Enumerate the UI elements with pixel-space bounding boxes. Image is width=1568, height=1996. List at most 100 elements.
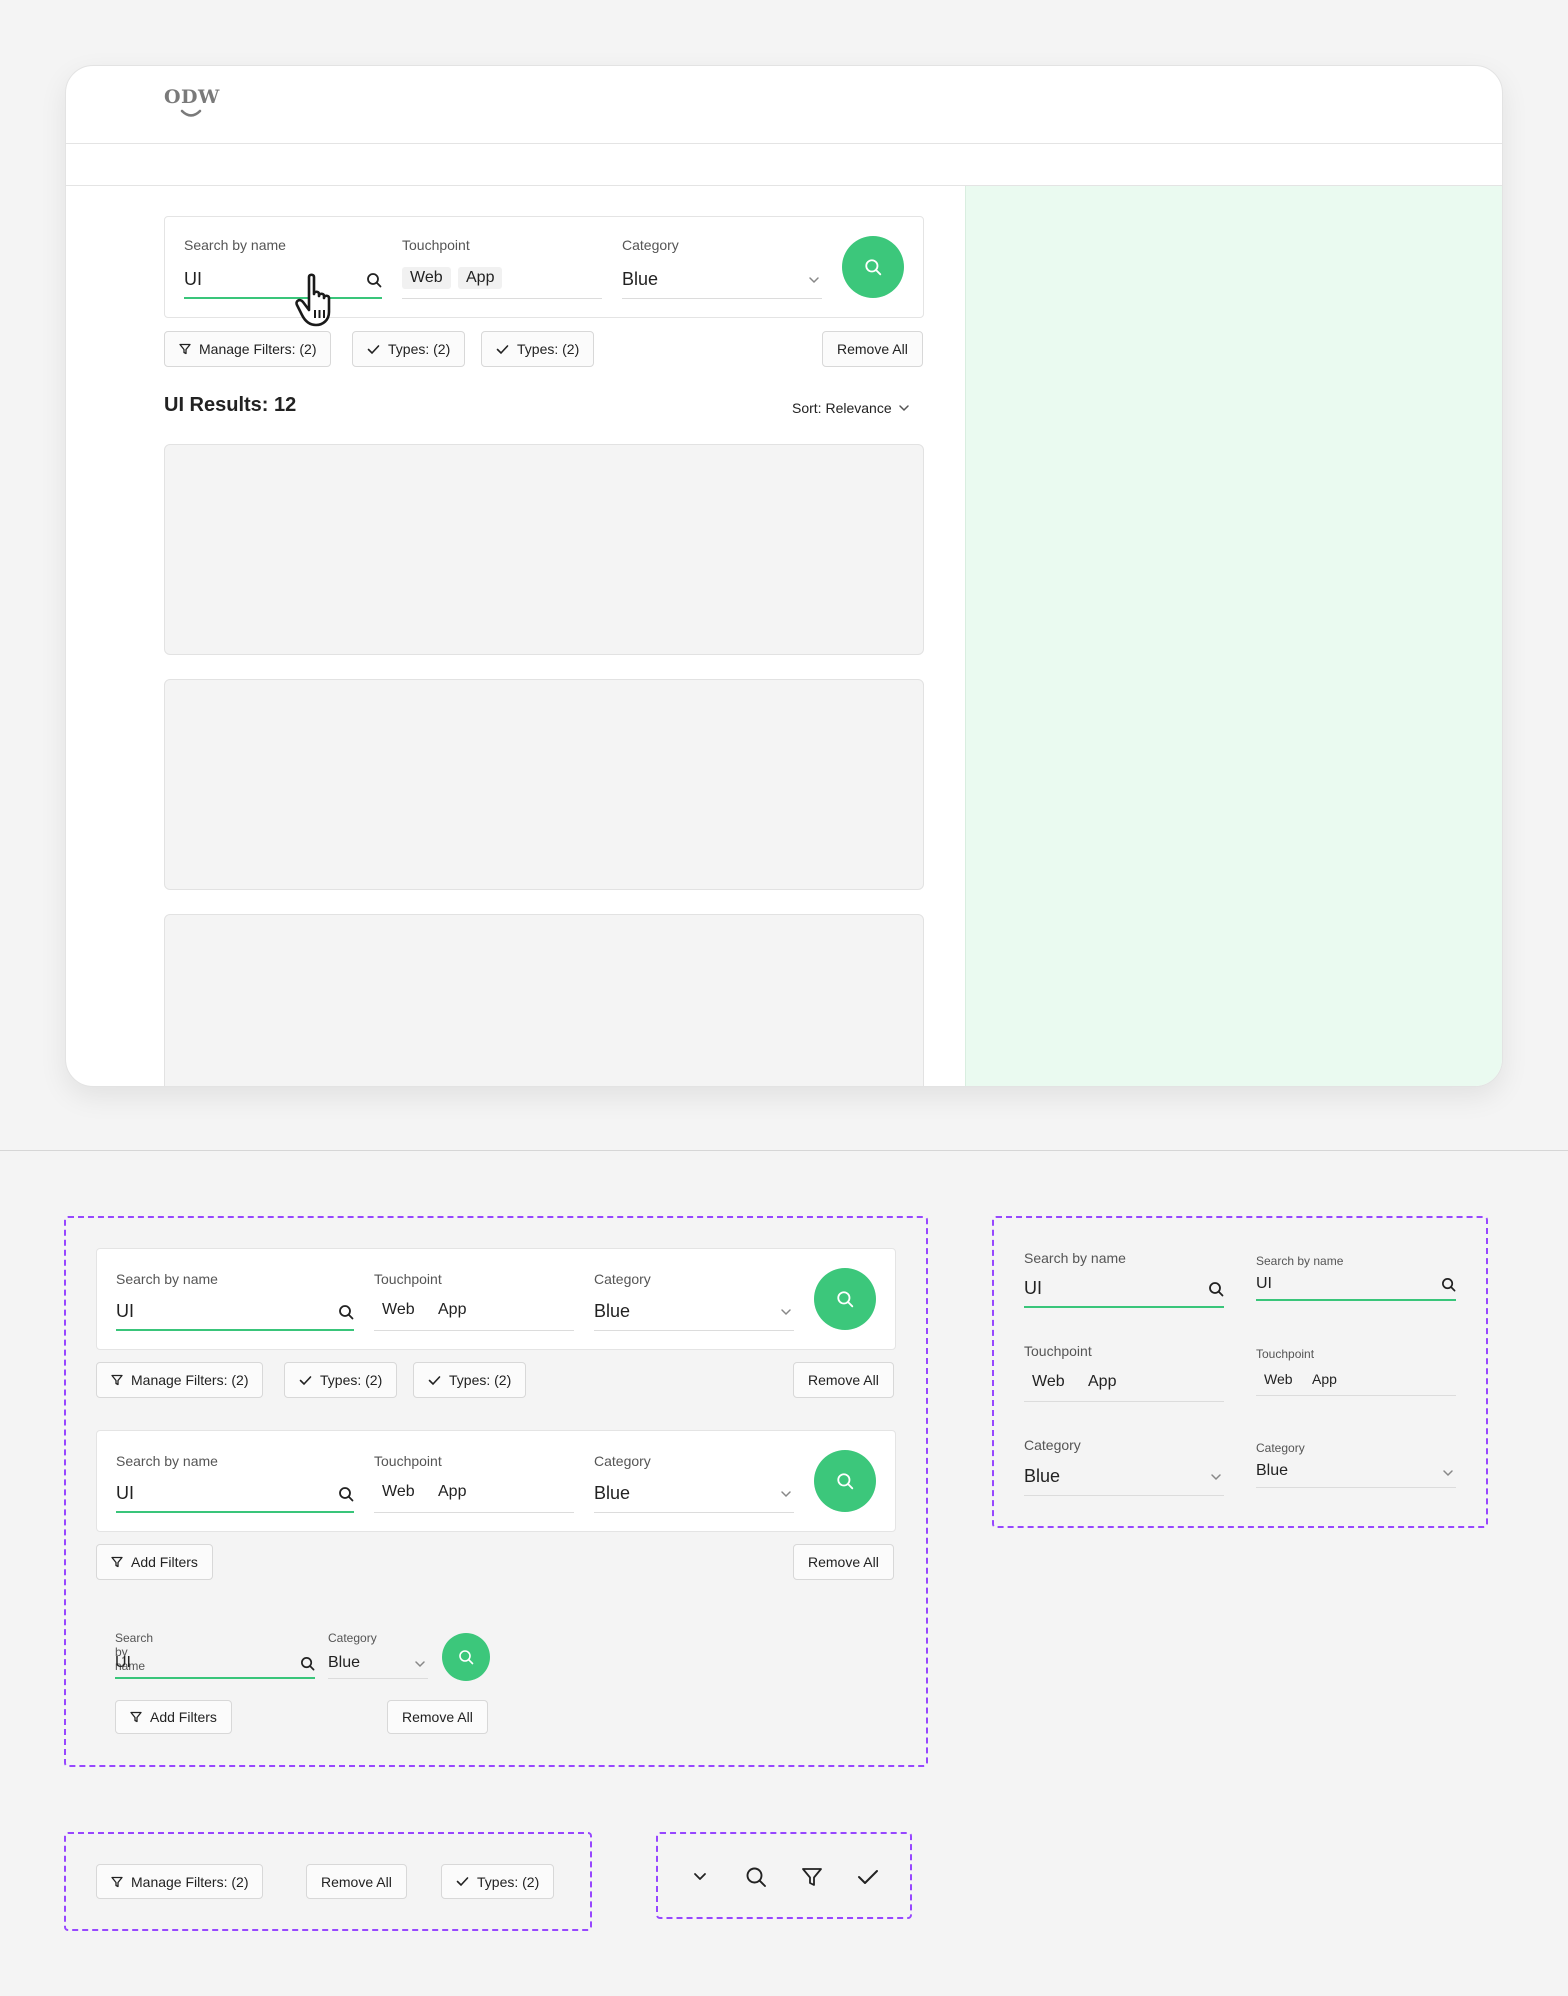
category-label: Category xyxy=(594,1453,651,1469)
chevron-down-icon xyxy=(781,1491,791,1498)
logo[interactable]: ODW xyxy=(164,86,224,126)
filter-icon xyxy=(111,1374,123,1386)
remove-all-label: Remove All xyxy=(402,1709,473,1725)
check-icon xyxy=(858,1870,878,1884)
smile-icon xyxy=(180,109,202,117)
search-panel-variant-empty: Search by name UI Touchpoint Web App Cat… xyxy=(96,1430,896,1532)
add-filters-label: Add Filters xyxy=(150,1709,217,1725)
results-title: UI Results: 12 xyxy=(164,394,297,416)
hand-pointer-icon xyxy=(295,273,331,327)
search-icon xyxy=(865,259,882,276)
search-input-value: UI xyxy=(1256,1275,1272,1292)
chevron-down-icon xyxy=(1443,1470,1453,1477)
types-filter-label: Types: (2) xyxy=(388,341,451,357)
chevron-down-icon xyxy=(1211,1474,1221,1481)
name-field-label: Search by name xyxy=(1024,1250,1126,1266)
touchpoint-chip-web[interactable]: Web xyxy=(1256,1369,1301,1389)
search-icon xyxy=(746,1867,766,1887)
app-window: ODW Search by name UI Touchpoint Web App… xyxy=(65,65,1503,1087)
category-select[interactable]: Blue xyxy=(328,1649,428,1679)
category-select[interactable]: Blue xyxy=(594,1477,794,1513)
touchpoint-field[interactable]: Web App xyxy=(374,1295,574,1331)
search-submit-button[interactable] xyxy=(442,1633,490,1681)
search-input[interactable]: UI xyxy=(1256,1271,1456,1301)
result-card[interactable] xyxy=(164,679,924,890)
filter-icon xyxy=(130,1711,142,1723)
category-label: Category xyxy=(328,1631,377,1645)
search-input[interactable]: UI xyxy=(116,1477,354,1513)
add-filters-button[interactable]: Add Filters xyxy=(115,1700,232,1734)
search-icon xyxy=(301,1657,315,1671)
remove-all-label: Remove All xyxy=(321,1873,392,1890)
types-filter-label: Types: (2) xyxy=(449,1372,512,1388)
touchpoint-chip-app[interactable]: App xyxy=(1304,1369,1345,1389)
search-icon xyxy=(1442,1278,1456,1292)
category-select[interactable]: Blue xyxy=(622,263,822,299)
touchpoint-chip-web[interactable]: Web xyxy=(374,1481,423,1503)
touchpoint-field[interactable]: Web App xyxy=(1256,1366,1456,1396)
touchpoint-field[interactable]: Web App xyxy=(402,263,602,299)
remove-all-button[interactable]: Remove All xyxy=(822,331,923,367)
category-select[interactable]: Blue xyxy=(1256,1458,1456,1488)
types-filter-label: Types: (2) xyxy=(517,341,580,357)
search-icon xyxy=(837,1291,854,1308)
category-value: Blue xyxy=(1256,1462,1289,1479)
touchpoint-field[interactable]: Web App xyxy=(1024,1366,1224,1402)
types-filter-pill[interactable]: Types: (2) xyxy=(481,331,595,367)
types-filter-label: Types: (2) xyxy=(320,1372,383,1388)
add-filters-button[interactable]: Add Filters xyxy=(96,1544,213,1580)
remove-all-button[interactable]: Remove All xyxy=(306,1864,407,1899)
category-value: Blue xyxy=(1024,1466,1061,1486)
remove-all-button[interactable]: Remove All xyxy=(387,1700,488,1734)
category-select[interactable]: Blue xyxy=(594,1295,794,1331)
touchpoint-label: Touchpoint xyxy=(1024,1343,1092,1359)
section-divider xyxy=(0,1150,1568,1151)
types-filter-pill[interactable]: Types: (2) xyxy=(284,1362,398,1398)
search-input[interactable]: UI xyxy=(115,1649,315,1679)
manage-filters-button[interactable]: Manage Filters: (2) xyxy=(164,331,332,367)
category-select[interactable]: Blue xyxy=(1024,1460,1224,1496)
sort-label: Sort: Relevance xyxy=(792,400,892,416)
remove-all-label: Remove All xyxy=(808,1372,879,1388)
result-card[interactable] xyxy=(164,444,924,655)
category-value: Blue xyxy=(594,1483,631,1503)
touchpoint-label: Touchpoint xyxy=(374,1271,442,1287)
check-icon xyxy=(428,1375,441,1385)
touchpoint-chip-web[interactable]: Web xyxy=(402,267,451,289)
search-submit-button[interactable] xyxy=(842,236,904,298)
search-input[interactable]: UI xyxy=(116,1295,354,1331)
search-input[interactable]: UI xyxy=(1024,1272,1224,1308)
result-card[interactable] xyxy=(164,914,924,1086)
touchpoint-chip-app[interactable]: App xyxy=(430,1299,474,1321)
touchpoint-label: Touchpoint xyxy=(374,1453,442,1469)
manage-filters-button[interactable]: Manage Filters: (2) xyxy=(96,1362,264,1398)
touchpoint-chip-web[interactable]: Web xyxy=(1024,1371,1073,1393)
search-input-value: UI xyxy=(184,269,202,289)
types-filter-pill[interactable]: Types: (2) xyxy=(441,1864,555,1899)
touchpoint-chip-web[interactable]: Web xyxy=(374,1299,423,1321)
touchpoint-chip-app[interactable]: App xyxy=(1080,1371,1124,1393)
search-panel-variant-full: Search by name UI Touchpoint Web App Cat… xyxy=(96,1248,896,1350)
touchpoint-chip-app[interactable]: App xyxy=(458,267,503,289)
sort-dropdown[interactable]: Sort: Relevance xyxy=(792,400,910,416)
category-label: Category xyxy=(1256,1441,1305,1455)
logo-text: ODW xyxy=(164,86,220,108)
remove-all-button[interactable]: Remove All xyxy=(793,1544,894,1580)
search-input-value: UI xyxy=(1024,1278,1042,1298)
touchpoint-field[interactable]: Web App xyxy=(374,1477,574,1513)
search-input[interactable]: UI xyxy=(184,263,382,299)
chevron-down-icon xyxy=(694,1873,706,1880)
search-icon xyxy=(837,1473,854,1490)
manage-filters-button[interactable]: Manage Filters: (2) xyxy=(96,1864,264,1899)
types-filter-pill[interactable]: Types: (2) xyxy=(352,331,466,367)
types-filter-pill[interactable]: Types: (2) xyxy=(413,1362,527,1398)
check-icon xyxy=(367,344,380,354)
search-submit-button[interactable] xyxy=(814,1450,876,1512)
search-submit-button[interactable] xyxy=(814,1268,876,1330)
touchpoint-label: Touchpoint xyxy=(402,237,470,253)
remove-all-button[interactable]: Remove All xyxy=(793,1362,894,1398)
name-field-label: Search by name xyxy=(184,237,286,253)
search-icon xyxy=(1209,1282,1224,1297)
touchpoint-chip-app[interactable]: App xyxy=(430,1481,474,1503)
name-field-label: Search by name xyxy=(116,1453,218,1469)
